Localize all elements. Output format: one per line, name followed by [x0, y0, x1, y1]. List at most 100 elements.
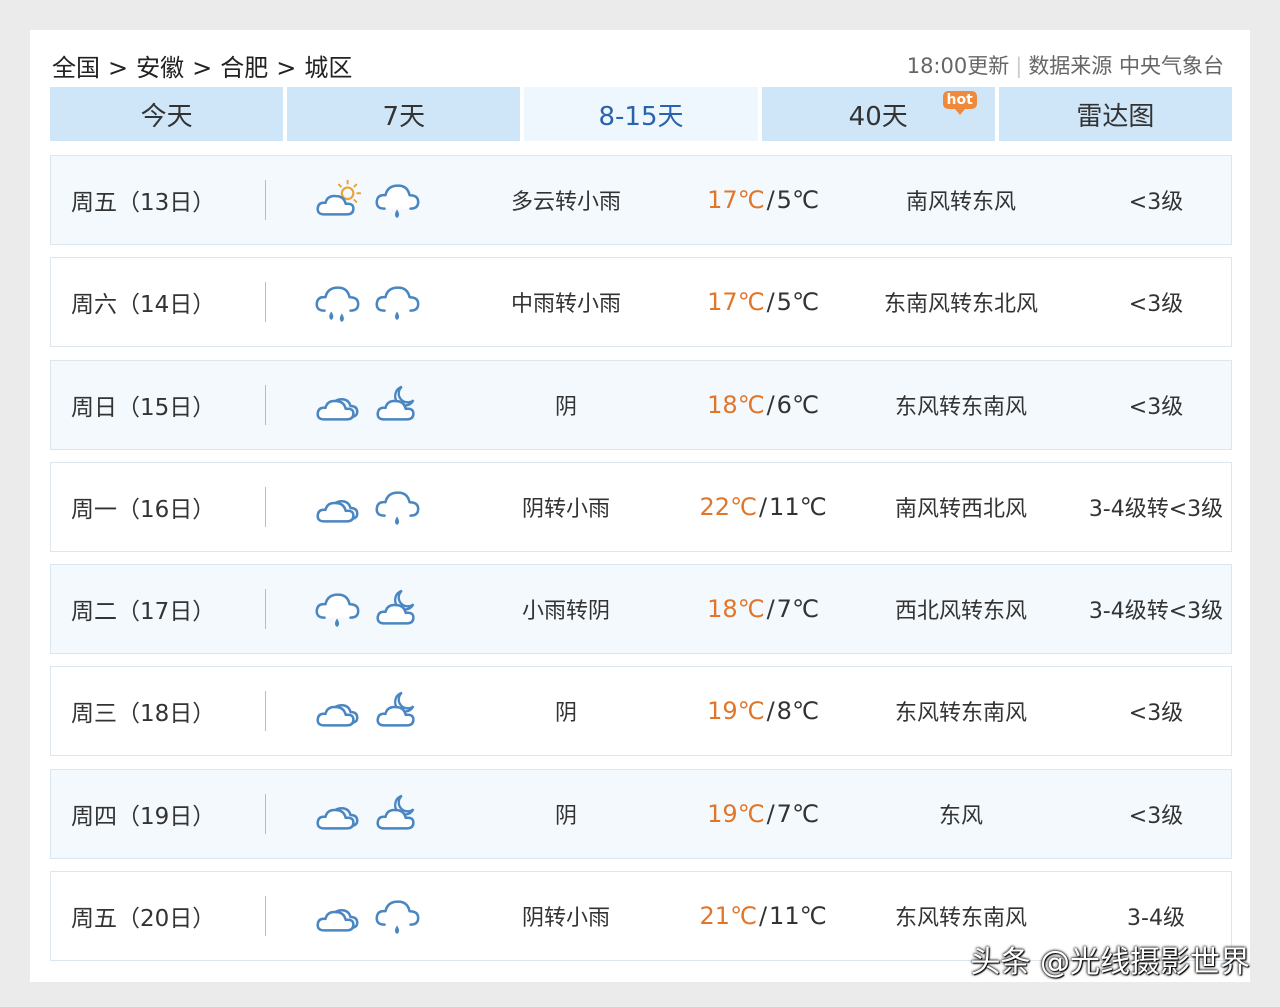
- temp-separator: /: [766, 799, 775, 828]
- wind-level: <3级: [1128, 190, 1184, 215]
- temperature-range: 18℃/7℃: [691, 565, 835, 653]
- tab-8-15-days[interactable]: 8-15天: [524, 87, 758, 141]
- wind-direction: 东风转东南风: [894, 394, 1027, 420]
- weather-icons: [313, 872, 433, 960]
- row-divider: [265, 156, 266, 244]
- forecast-list: 周五（13日） 多云转小雨 17℃/5℃ 南风转东风 <3级 周六（14日） 中雨转小雨 17…: [50, 155, 1232, 973]
- weather-description: 阴: [554, 394, 577, 420]
- wind-direction: 东风转东南风: [894, 701, 1027, 727]
- top-bar: 全国 > 安徽 > 合肥 > 城区 18:00更新 | 数据来源 中央气象台: [52, 44, 1224, 84]
- overcast-icon: [316, 499, 359, 523]
- row-divider: [265, 361, 266, 449]
- high-temp: 18℃: [707, 390, 765, 419]
- tab-radar[interactable]: 雷达图: [998, 87, 1233, 141]
- light-rain-icon: [315, 593, 360, 628]
- weather-description: 小雨转阴: [521, 599, 610, 625]
- wind-direction: 东南风转东北风: [883, 292, 1038, 318]
- day-date: 周四（19日）: [71, 803, 216, 830]
- forecast-row: 周日（15日） 阴 18℃/6℃ 东风转东南风 <3级: [50, 359, 1232, 450]
- temp-separator: /: [758, 492, 768, 521]
- weather-description: 多云转小雨: [510, 190, 621, 215]
- wind-level: 3-4级转<3级: [1088, 496, 1224, 522]
- wind-direction: 南风转西北风: [894, 496, 1027, 522]
- temperature-range: 18℃/6℃: [691, 361, 835, 449]
- weather-icons: [313, 463, 433, 551]
- high-temp: 22℃: [699, 492, 757, 521]
- day-date: 周日（15日）: [71, 394, 216, 421]
- day-date: 周五（20日）: [71, 906, 216, 933]
- wind-direction: 南风转东风: [905, 190, 1016, 215]
- wind-level: <3级: [1128, 292, 1184, 318]
- temp-separator: /: [766, 186, 775, 214]
- temperature-range: 17℃/5℃: [691, 258, 835, 346]
- low-temp: 8℃: [776, 697, 819, 726]
- weather-description: 中雨转小雨: [510, 292, 621, 318]
- day-date: 周二（17日）: [71, 599, 216, 626]
- row-divider: [265, 463, 266, 551]
- tab-today[interactable]: 今天: [50, 87, 284, 141]
- data-source: 数据来源 中央气象台: [1028, 54, 1224, 78]
- breadcrumb-item-country[interactable]: 全国: [52, 54, 100, 82]
- breadcrumb-item-province[interactable]: 安徽: [136, 54, 184, 82]
- breadcrumb-item-district[interactable]: 城区: [304, 54, 352, 82]
- light-rain-icon: [375, 286, 420, 321]
- wind-level: 3-4级转<3级: [1088, 599, 1224, 625]
- partly-cloudy-day-icon: [316, 179, 362, 216]
- forecast-tabs: 今天 7天 8-15天 40天 hot 雷达图: [50, 87, 1233, 141]
- weather-icons: [313, 565, 433, 653]
- wind-level: <3级: [1128, 394, 1184, 420]
- breadcrumb-separator: >: [108, 54, 129, 82]
- weather-description: 阴: [554, 701, 577, 727]
- weather-icons: [313, 156, 433, 244]
- watermark: 头条 @光线摄影世界: [970, 945, 1250, 980]
- temperature-range: 22℃/11℃: [691, 463, 835, 551]
- temp-separator: /: [758, 902, 768, 931]
- tab-7-days[interactable]: 7天: [287, 87, 521, 141]
- forecast-row: 周六（14日） 中雨转小雨 17℃/5℃ 东南风转东北风 <3级: [50, 257, 1232, 348]
- day-date: 周六（14日）: [71, 292, 216, 319]
- overcast-icon: [316, 704, 359, 728]
- weather-description: 阴转小雨: [521, 496, 610, 522]
- high-temp: 19℃: [707, 697, 765, 726]
- temp-separator: /: [766, 595, 775, 624]
- day-date: 周三（18日）: [71, 701, 216, 728]
- temp-separator: /: [766, 697, 775, 726]
- wind-direction: 东风: [938, 803, 983, 829]
- cloudy-night-icon: [376, 385, 415, 421]
- high-temp: 17℃: [707, 186, 765, 214]
- tab-40-days[interactable]: 40天 hot: [761, 87, 995, 141]
- update-meta: 18:00更新 | 数据来源 中央气象台: [907, 50, 1224, 80]
- breadcrumb-separator: >: [276, 54, 297, 82]
- cloudy-night-icon: [376, 692, 415, 728]
- forecast-row: 周二（17日） 小雨转阴 18℃/7℃ 西北风转东风 3-4级转<3级: [50, 564, 1232, 655]
- row-divider: [265, 565, 266, 653]
- breadcrumb: 全国 > 安徽 > 合肥 > 城区: [52, 48, 352, 83]
- wind-level: <3级: [1128, 803, 1184, 829]
- breadcrumb-item-city[interactable]: 合肥: [220, 54, 268, 82]
- temperature-range: 19℃/8℃: [691, 667, 835, 755]
- weather-description: 阴转小雨: [521, 906, 610, 932]
- breadcrumb-separator: >: [192, 54, 213, 82]
- light-rain-icon: [375, 491, 420, 525]
- low-temp: 7℃: [776, 799, 819, 828]
- row-divider: [265, 770, 266, 858]
- cloudy-night-icon: [376, 794, 415, 830]
- temperature-range: 17℃/5℃: [691, 156, 835, 244]
- forecast-row: 周三（18日） 阴 19℃/8℃ 东风转东南风 <3级: [50, 666, 1232, 757]
- wind-direction: 西北风转东风: [894, 599, 1027, 625]
- low-temp: 6℃: [776, 390, 819, 419]
- temperature-range: 21℃/11℃: [691, 872, 835, 960]
- update-time: 18:00更新: [906, 54, 1010, 78]
- day-date: 周一（16日）: [71, 496, 216, 523]
- light-rain-icon: [375, 900, 420, 935]
- temperature-range: 19℃/7℃: [691, 770, 835, 858]
- light-rain-icon: [375, 184, 420, 219]
- high-temp: 19℃: [707, 799, 765, 828]
- row-divider: [265, 258, 266, 346]
- weather-card: 全国 > 安徽 > 合肥 > 城区 18:00更新 | 数据来源 中央气象台 今天 7天 8-1…: [30, 30, 1250, 982]
- day-date: 周五（13日）: [71, 190, 216, 216]
- meta-divider: |: [1015, 54, 1023, 78]
- low-temp: 11℃: [769, 902, 827, 931]
- low-temp: 5℃: [776, 288, 819, 317]
- low-temp: 5℃: [776, 186, 819, 214]
